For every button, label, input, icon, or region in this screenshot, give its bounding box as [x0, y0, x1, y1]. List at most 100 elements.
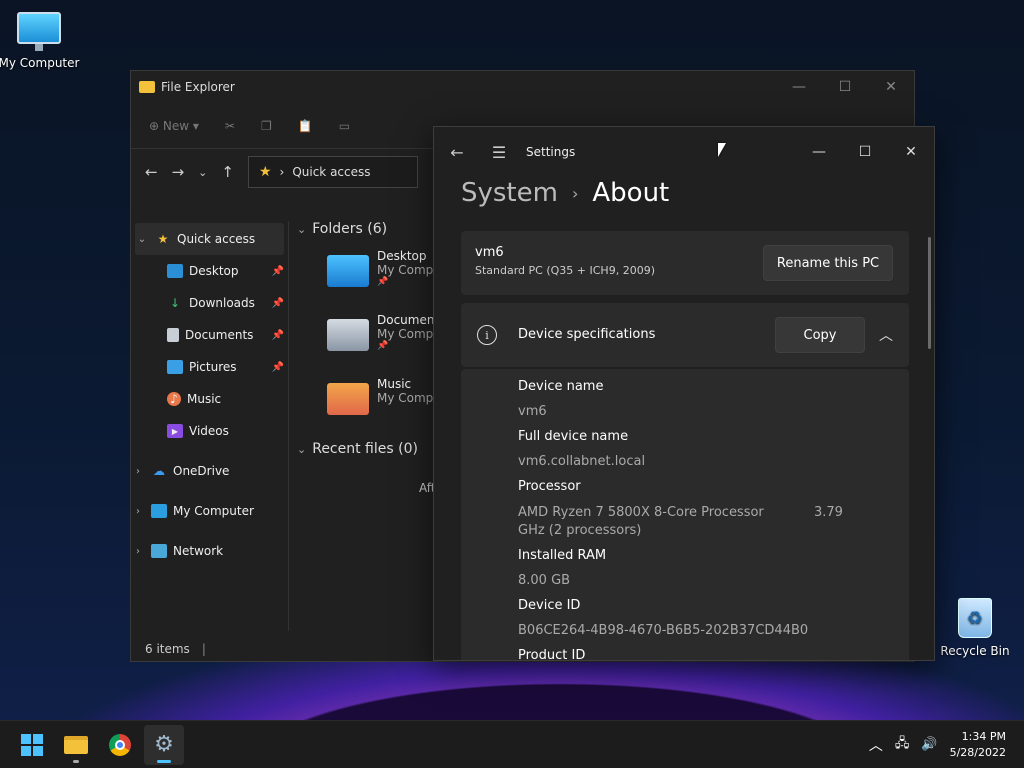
back-arrow-icon[interactable]: ← [434, 143, 480, 162]
taskbar-settings[interactable]: ⚙ [144, 724, 184, 765]
spec-value: vm6 [518, 404, 547, 419]
desktop-icon-label: Recycle Bin [940, 644, 1010, 658]
folder-tile[interactable]: MusicMy Computer [327, 377, 436, 429]
page-title: About [592, 178, 670, 208]
spec-value-line2: GHz (2 processors) [518, 523, 642, 538]
download-icon: ↓ [169, 296, 181, 310]
info-icon: i [477, 325, 497, 345]
nav-quick-access[interactable]: ⌄ ★ Quick access [135, 223, 284, 255]
chevron-right-icon[interactable]: › [131, 466, 145, 477]
document-icon [167, 328, 179, 342]
recent-header-label: Recent files (0) [312, 441, 418, 457]
forward-arrow-icon[interactable]: → [172, 163, 185, 181]
taskbar: ⚙ ︿ 🖧 🔊 1:34 PM 5/28/2022 [0, 720, 1024, 768]
nav-label: Quick access [177, 232, 256, 246]
nav-label: Videos [189, 424, 229, 438]
chevron-up-icon[interactable]: ︿ [869, 735, 883, 755]
cut-icon[interactable]: ✂ [225, 119, 235, 133]
folder-icon [139, 81, 155, 93]
back-arrow-icon[interactable]: ← [145, 163, 158, 181]
folders-header-label: Folders (6) [312, 221, 388, 237]
music-folder-icon [327, 383, 369, 415]
nav-item-videos[interactable]: ▶ Videos [131, 415, 288, 447]
nav-onedrive[interactable]: › ☁ OneDrive [131, 455, 288, 487]
paste-icon[interactable]: 📋 [298, 119, 313, 133]
running-indicator [157, 759, 171, 763]
spec-value: B06CE264-4B98-4670-B6B5-202B37CD44B0 [518, 623, 809, 638]
recent-files-header[interactable]: ⌄ Recent files (0) [297, 441, 436, 457]
chevron-right-icon[interactable]: › [131, 546, 145, 557]
explorer-title: File Explorer [161, 80, 235, 94]
minimize-button[interactable]: — [776, 79, 822, 95]
chevron-down-icon[interactable]: ⌄ [198, 166, 207, 179]
system-tray: ︿ 🖧 🔊 1:34 PM 5/28/2022 [869, 729, 1024, 761]
scrollbar[interactable] [928, 237, 931, 349]
new-button[interactable]: ⊕ New ▾ [149, 119, 199, 133]
minimize-button[interactable]: — [796, 144, 842, 160]
rename-icon[interactable]: ▭ [339, 119, 350, 133]
mouse-cursor-icon [718, 143, 726, 157]
device-specs-header[interactable]: i Device specifications Copy ︿ [461, 303, 909, 367]
chevron-right-icon[interactable]: › [131, 506, 145, 517]
video-icon: ▶ [167, 424, 183, 438]
hamburger-menu-icon[interactable]: ☰ [480, 143, 518, 162]
chrome-icon [109, 733, 131, 756]
folder-tile[interactable]: DesktopMy Computer📌 [327, 249, 436, 301]
taskbar-chrome[interactable] [100, 725, 140, 765]
close-button[interactable]: ✕ [868, 79, 914, 95]
volume-icon[interactable]: 🔊 [921, 737, 937, 752]
status-separator: | [201, 642, 206, 656]
rename-pc-button[interactable]: Rename this PC [763, 245, 893, 281]
windows-logo-icon [21, 733, 43, 756]
copy-button[interactable]: Copy [775, 317, 865, 353]
nav-item-desktop[interactable]: Desktop 📌 [131, 255, 288, 287]
folder-location: My Computer [377, 263, 434, 277]
nav-item-documents[interactable]: Documents 📌 [131, 319, 288, 351]
network-icon [151, 544, 167, 558]
address-bar[interactable]: ★ › Quick access [247, 156, 418, 188]
desktop-icon-recycle-bin[interactable]: ♻ Recycle Bin [933, 598, 1017, 658]
chevron-up-icon[interactable]: ︿ [879, 325, 893, 345]
nav-my-computer[interactable]: › My Computer [131, 495, 288, 527]
music-icon: ♪ [167, 392, 181, 406]
nav-item-music[interactable]: ♪ Music [131, 383, 288, 415]
network-icon[interactable]: 🖧 [895, 734, 910, 756]
pin-icon: 📌 [271, 265, 284, 277]
desktop-icon [167, 264, 183, 278]
desktop-folder-icon [327, 255, 369, 287]
maximize-button[interactable]: ☐ [822, 79, 868, 95]
new-label: New [162, 118, 190, 133]
documents-folder-icon [327, 319, 369, 351]
explorer-titlebar[interactable]: File Explorer — ☐ ✕ [131, 71, 914, 103]
nav-label: Downloads [189, 296, 255, 310]
chevron-right-icon: › [571, 183, 579, 203]
nav-item-downloads[interactable]: ↓ Downloads 📌 [131, 287, 288, 319]
up-arrow-icon[interactable]: ↑ [221, 163, 234, 181]
folder-tile[interactable]: DocumentsMy Computer📌 [327, 313, 436, 365]
folder-name: Documents [377, 313, 434, 327]
start-button[interactable] [12, 725, 52, 765]
folder-name: Music [377, 377, 412, 391]
pin-icon: 📌 [377, 341, 389, 351]
nav-label: Desktop [189, 264, 239, 278]
folder-icon [64, 735, 88, 754]
folder-name: Desktop [377, 249, 427, 263]
pin-icon: 📌 [271, 361, 284, 373]
close-button[interactable]: ✕ [888, 144, 934, 160]
folders-header[interactable]: ⌄ Folders (6) [297, 221, 436, 237]
desktop-icon-my-computer[interactable]: My Computer [0, 12, 81, 70]
nav-label: Pictures [189, 360, 237, 374]
star-icon: ★ [157, 232, 169, 246]
desktop-icon-label: My Computer [0, 56, 80, 70]
breadcrumb-system[interactable]: System [461, 178, 558, 208]
copy-icon[interactable]: ❐ [261, 119, 272, 133]
maximize-button[interactable]: ☐ [842, 144, 888, 160]
chevron-down-icon[interactable]: ⌄ [135, 234, 149, 245]
nav-item-pictures[interactable]: Pictures 📌 [131, 351, 288, 383]
clock[interactable]: 1:34 PM 5/28/2022 [950, 729, 1006, 761]
chevron-right-icon: › [279, 165, 285, 179]
taskbar-file-explorer[interactable] [56, 725, 96, 765]
device-specs-body: Device name vm6 Full device name vm6.col… [461, 369, 909, 660]
settings-titlebar[interactable]: ← ☰ Settings — ☐ ✕ [434, 127, 934, 177]
nav-network[interactable]: › Network [131, 535, 288, 567]
